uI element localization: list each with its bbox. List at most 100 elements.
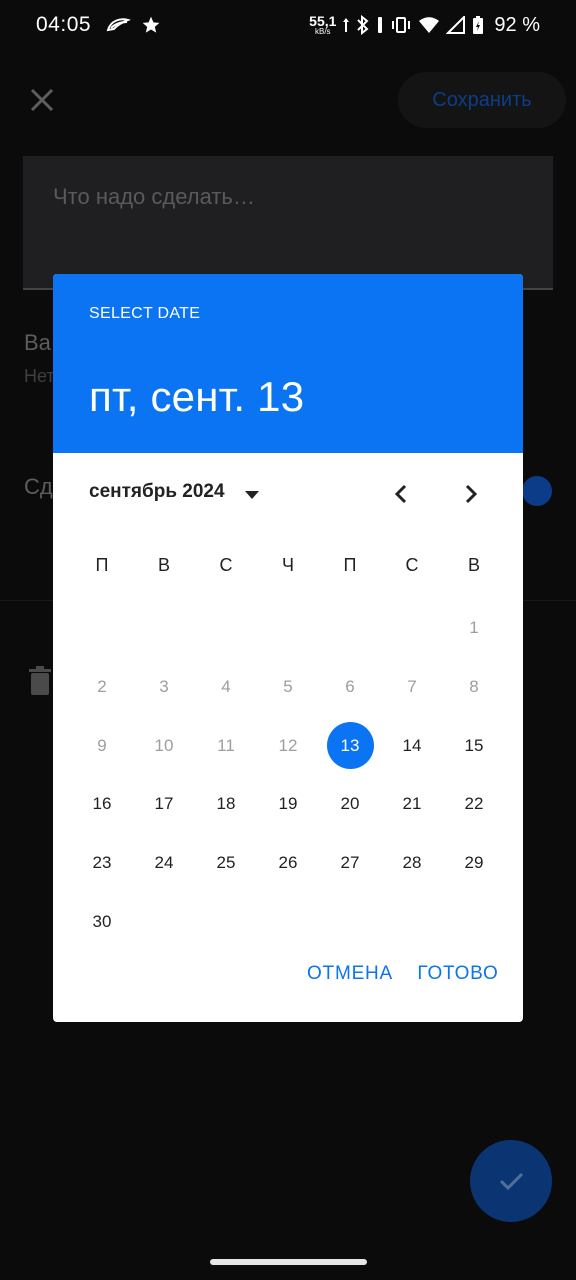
calendar-day[interactable]: 26 xyxy=(257,834,319,893)
selected-date-display[interactable]: пт, сент. 13 xyxy=(89,373,487,421)
calendar-day-number: 28 xyxy=(402,853,422,873)
calendar-day-number: 30 xyxy=(92,911,112,931)
trash-icon xyxy=(29,666,51,695)
calendar-grid: 1 2 3 4 5 6 7 8 9 10 11 12 13 14 15 16 17 18 19 20 21 22 23 24 2… xyxy=(71,599,505,951)
done-label: Сд xyxy=(24,474,53,499)
calendar-day-number: 21 xyxy=(402,794,422,814)
network-speed: 55,1 kB/s xyxy=(309,14,336,36)
vibrate-icon xyxy=(392,17,411,33)
weekday-label: П xyxy=(95,555,109,575)
check-icon xyxy=(499,1172,524,1191)
calendar-day-number: 25 xyxy=(216,853,236,873)
calendar-day-number: 23 xyxy=(92,853,112,873)
calendar-day-number: 18 xyxy=(216,794,236,814)
calendar-day-number: 8 xyxy=(469,677,479,697)
calendar-day-number: 29 xyxy=(464,853,484,873)
upload-arrow-icon xyxy=(343,18,350,32)
date-picker-dialog: SELECT DATE пт, сент. 13 сентябрь 2024 П… xyxy=(53,274,523,1022)
calendar-day: 5 xyxy=(257,658,319,717)
calendar-empty-cell xyxy=(195,599,257,658)
cell-signal-icon xyxy=(446,16,466,34)
done-toggle[interactable] xyxy=(522,476,552,506)
calendar-empty-cell xyxy=(443,892,505,951)
calendar-day: 7 xyxy=(381,658,443,717)
weekday-label: С xyxy=(405,555,419,575)
calendar-empty-cell xyxy=(319,892,381,951)
network-speed-unit: kB/s xyxy=(315,27,331,36)
calendar-day: 8 xyxy=(443,658,505,717)
calendar-empty-cell xyxy=(133,892,195,951)
month-dropdown-button[interactable] xyxy=(239,482,265,508)
calendar-empty-cell xyxy=(381,892,443,951)
calendar-day-number: 1 xyxy=(469,618,479,638)
month-year-label[interactable]: сентябрь 2024 xyxy=(89,481,225,503)
calendar-day[interactable]: 25 xyxy=(195,834,257,893)
calendar-day: 10 xyxy=(133,716,195,775)
calendar-day-selected[interactable]: 13 xyxy=(319,716,381,775)
weekday-label: С xyxy=(219,555,233,575)
calendar-day-number: 15 xyxy=(464,735,484,755)
calendar-day: 9 xyxy=(71,716,133,775)
calendar-day[interactable]: 30 xyxy=(71,892,133,951)
calendar-day-number: 7 xyxy=(407,677,417,697)
weekday-header: П В С Ч П С В xyxy=(71,552,505,578)
calendar-day[interactable]: 18 xyxy=(195,775,257,834)
calendar-day-number: 26 xyxy=(278,853,298,873)
key-icon xyxy=(378,17,383,33)
calendar-day[interactable]: 21 xyxy=(381,775,443,834)
calendar-day[interactable]: 23 xyxy=(71,834,133,893)
month-selector: сентябрь 2024 xyxy=(53,470,523,518)
bluetooth-icon xyxy=(357,15,369,35)
calendar-day[interactable]: 14 xyxy=(381,716,443,775)
calendar-day-number: 4 xyxy=(221,677,231,697)
calendar-day: 1 xyxy=(443,599,505,658)
app-notification-icon xyxy=(106,18,132,32)
calendar-day[interactable]: 20 xyxy=(319,775,381,834)
calendar-day[interactable]: 28 xyxy=(381,834,443,893)
close-button[interactable] xyxy=(28,86,56,114)
calendar-day-number: 2 xyxy=(97,677,107,697)
calendar-day[interactable]: 27 xyxy=(319,834,381,893)
calendar-day-number: 16 xyxy=(92,794,112,814)
dialog-header: SELECT DATE пт, сент. 13 xyxy=(53,274,523,453)
status-system-icons: 55,1 kB/s 92 % xyxy=(309,14,540,37)
dialog-actions: ОТМЕНА ГОТОВО xyxy=(53,946,523,1022)
next-month-button[interactable] xyxy=(455,478,487,510)
reminder-label: Ва xyxy=(24,330,51,355)
calendar-day[interactable]: 29 xyxy=(443,834,505,893)
calendar-day: 4 xyxy=(195,658,257,717)
calendar-day: 6 xyxy=(319,658,381,717)
calendar-day-number: 20 xyxy=(340,794,360,814)
wifi-icon xyxy=(419,17,440,33)
task-input[interactable]: Что надо сделать… xyxy=(23,156,553,290)
calendar-day[interactable]: 19 xyxy=(257,775,319,834)
status-notification-icons xyxy=(105,15,161,35)
chevron-left-icon xyxy=(394,484,407,504)
calendar-day-number: 14 xyxy=(402,735,422,755)
calendar-day[interactable]: 24 xyxy=(133,834,195,893)
calendar-day: 11 xyxy=(195,716,257,775)
status-bar: 04:05 55,1 kB/s 92 % xyxy=(0,0,576,50)
calendar-empty-cell xyxy=(71,599,133,658)
done-button[interactable]: ГОТОВО xyxy=(411,946,505,1002)
dialog-title: SELECT DATE xyxy=(89,305,201,322)
battery-percent: 92 % xyxy=(494,13,540,36)
calendar-day-number: 24 xyxy=(154,853,174,873)
calendar-empty-cell xyxy=(195,892,257,951)
close-icon xyxy=(30,88,54,112)
calendar-day[interactable]: 15 xyxy=(443,716,505,775)
calendar-day-number: 6 xyxy=(345,677,355,697)
calendar-day[interactable]: 16 xyxy=(71,775,133,834)
save-button[interactable]: Сохранить xyxy=(398,72,566,128)
cancel-button[interactable]: ОТМЕНА xyxy=(298,946,402,1002)
prev-month-button[interactable] xyxy=(385,478,417,510)
weekday-label: П xyxy=(343,555,357,575)
calendar-day[interactable]: 17 xyxy=(133,775,195,834)
calendar-day: 2 xyxy=(71,658,133,717)
calendar-day[interactable]: 22 xyxy=(443,775,505,834)
battery-icon xyxy=(473,16,484,34)
calendar-day: 3 xyxy=(133,658,195,717)
delete-button[interactable] xyxy=(28,666,52,701)
confirm-fab[interactable] xyxy=(470,1140,552,1222)
weekday-label: В xyxy=(467,555,480,575)
